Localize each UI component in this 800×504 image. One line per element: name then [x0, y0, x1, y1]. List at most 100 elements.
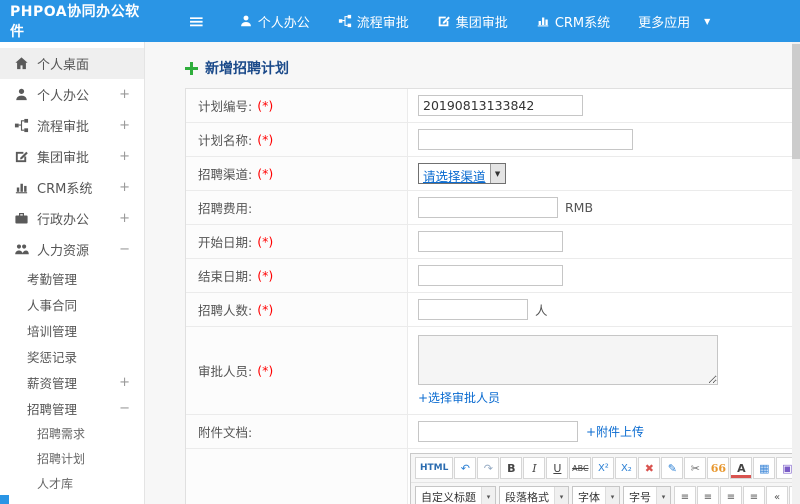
font-color-button[interactable]: A — [730, 457, 753, 479]
sidebar-item-training[interactable]: 培训管理 — [0, 317, 144, 343]
start-date-input[interactable] — [418, 231, 563, 252]
nav-more-apps[interactable]: 更多应用 ▼ — [638, 12, 710, 31]
field-label: 计划名称: (*) — [186, 123, 408, 156]
field-label: 计划编号: (*) — [186, 89, 408, 122]
editor-toolbar-row2: 自定义标题 ▾ 段落格式 ▾ 字体 ▾ 字号 ▾ ≡ ≡ ≡ ≡ « — [411, 482, 800, 504]
align-justify-button[interactable]: ≡ — [743, 486, 765, 504]
paragraph-format-select[interactable]: 段落格式 ▾ — [499, 486, 569, 504]
sidebar-item-recruit-mgmt[interactable]: 招聘管理 − — [0, 395, 144, 421]
font-family-select[interactable]: 字体 ▾ — [572, 486, 620, 504]
sidebar-item-workflow-approval[interactable]: 流程审批 + — [0, 110, 144, 141]
sidebar-item-recruit-demand[interactable]: 招聘需求 — [0, 421, 144, 446]
sidebar-item-admin-office[interactable]: 行政办公 + — [0, 203, 144, 234]
nav-group-approval[interactable]: 集团审批 — [437, 12, 508, 31]
align-right-button[interactable]: ≡ — [720, 486, 742, 504]
sidebar-item-label: 薪资管理 — [27, 375, 78, 391]
attachment-input[interactable] — [418, 421, 578, 442]
form-row: 招聘人数: (*) 人 — [186, 293, 800, 327]
expand-toggle[interactable]: + — [119, 118, 130, 133]
scrollbar-thumb[interactable] — [792, 44, 800, 159]
nav-crm-system[interactable]: CRM系统 — [536, 12, 610, 31]
nav-label: 更多应用 — [638, 15, 691, 31]
sidebar-item-label: 培训管理 — [27, 323, 78, 339]
collapse-toggle[interactable]: − — [119, 242, 130, 257]
field-label-text: 开始日期: — [198, 235, 253, 250]
align-center-button[interactable]: ≡ — [697, 486, 719, 504]
nav-personal-office[interactable]: 个人办公 — [239, 12, 310, 31]
align-left-button[interactable]: ≡ — [674, 486, 696, 504]
superscript-button[interactable]: X² — [592, 457, 615, 479]
background-color-button[interactable]: ▦ — [753, 457, 776, 479]
edit-icon — [437, 14, 451, 28]
subscript-button[interactable]: X₂ — [615, 457, 638, 479]
heading-style-select[interactable]: 自定义标题 ▾ — [415, 486, 496, 504]
field-label-text: 计划编号: — [198, 99, 253, 114]
select-caret-icon: ▼ — [489, 164, 505, 183]
form-row: 招聘费用: RMB — [186, 191, 800, 225]
field-value — [408, 123, 800, 156]
page-title: 新增招聘计划 — [205, 61, 289, 77]
sidebar-item-attendance[interactable]: 考勤管理 — [0, 265, 144, 291]
plan-name-input[interactable] — [418, 129, 633, 150]
top-nav: 个人办公 流程审批 集团审批 CRM系统 更多应用 ▼ — [239, 12, 739, 31]
expand-toggle[interactable]: + — [119, 149, 130, 164]
nav-workflow-approval[interactable]: 流程审批 — [338, 12, 409, 31]
select-approver-link[interactable]: +选择审批人员 — [418, 389, 500, 406]
field-label — [186, 449, 408, 504]
briefcase-icon — [14, 211, 29, 226]
field-label: 结束日期: (*) — [186, 259, 408, 292]
indent-decrease-button[interactable]: « — [766, 486, 788, 504]
sidebar-item-talent-pool[interactable]: 人才库 — [0, 471, 144, 496]
sidebar-item-label: 招聘管理 — [27, 401, 78, 417]
approver-textarea[interactable] — [418, 335, 718, 385]
plan-no-input[interactable] — [418, 95, 583, 116]
form-row: 计划编号: (*) — [186, 89, 800, 123]
caret-down-icon: ▾ — [605, 487, 619, 504]
redo-button[interactable]: ↷ — [477, 457, 500, 479]
bold-button[interactable]: B — [500, 457, 523, 479]
sidebar-item-personal-office[interactable]: 个人办公 + — [0, 79, 144, 110]
collapse-toggle[interactable]: − — [119, 401, 130, 416]
field-label: 招聘人数: (*) — [186, 293, 408, 326]
undo-button[interactable]: ↶ — [454, 457, 477, 479]
vertical-scrollbar[interactable] — [792, 42, 800, 504]
currency-suffix: RMB — [565, 200, 594, 215]
sidebar-item-hr-contract[interactable]: 人事合同 — [0, 291, 144, 317]
sidebar-item-group-approval[interactable]: 集团审批 + — [0, 141, 144, 172]
field-label: 审批人员: (*) — [186, 327, 408, 414]
home-icon — [14, 56, 29, 71]
cost-input[interactable] — [418, 197, 558, 218]
remove-format-button[interactable]: ✖ — [638, 457, 661, 479]
flow-icon — [338, 14, 352, 28]
sidebar-item-desktop[interactable]: 个人桌面 — [0, 48, 144, 79]
html-source-button[interactable]: HTML — [415, 457, 454, 479]
menu-toggle-icon[interactable]: ≡ — [188, 11, 205, 31]
field-label-text: 附件文档: — [198, 425, 253, 440]
italic-button[interactable]: I — [523, 457, 546, 479]
font-size-select[interactable]: 字号 ▾ — [623, 486, 671, 504]
sidebar-item-salary[interactable]: 薪资管理 + — [0, 369, 144, 395]
sidebar-item-rewards[interactable]: 奖惩记录 — [0, 343, 144, 369]
channel-select-value: 请选择渠道 — [423, 169, 486, 184]
format-painter-button[interactable]: ✎ — [661, 457, 684, 479]
field-value: +选择审批人员 — [408, 327, 800, 414]
channel-select[interactable]: 请选择渠道 ▼ — [418, 163, 506, 184]
quote-button[interactable]: 66 — [707, 457, 730, 479]
expand-toggle[interactable]: + — [119, 87, 130, 102]
underline-button[interactable]: U — [546, 457, 569, 479]
end-date-input[interactable] — [418, 265, 563, 286]
app-logo[interactable]: PHPOA协同办公软件 — [0, 1, 152, 41]
sidebar-item-crm[interactable]: CRM系统 + — [0, 172, 144, 203]
field-label-text: 招聘人数: — [198, 303, 253, 318]
sidebar-item-hr[interactable]: 人力资源 − — [0, 234, 144, 265]
expand-toggle[interactable]: + — [119, 180, 130, 195]
strikethrough-button[interactable]: ABC — [569, 457, 592, 479]
cut-button[interactable]: ✂ — [684, 457, 707, 479]
person-icon — [14, 87, 29, 102]
headcount-input[interactable] — [418, 299, 528, 320]
sidebar-item-recruit-plan[interactable]: 招聘计划 — [0, 446, 144, 471]
field-value: +附件上传 — [408, 415, 800, 448]
attachment-upload-link[interactable]: +附件上传 — [586, 423, 644, 440]
expand-toggle[interactable]: + — [119, 211, 130, 226]
expand-toggle[interactable]: + — [119, 375, 130, 390]
